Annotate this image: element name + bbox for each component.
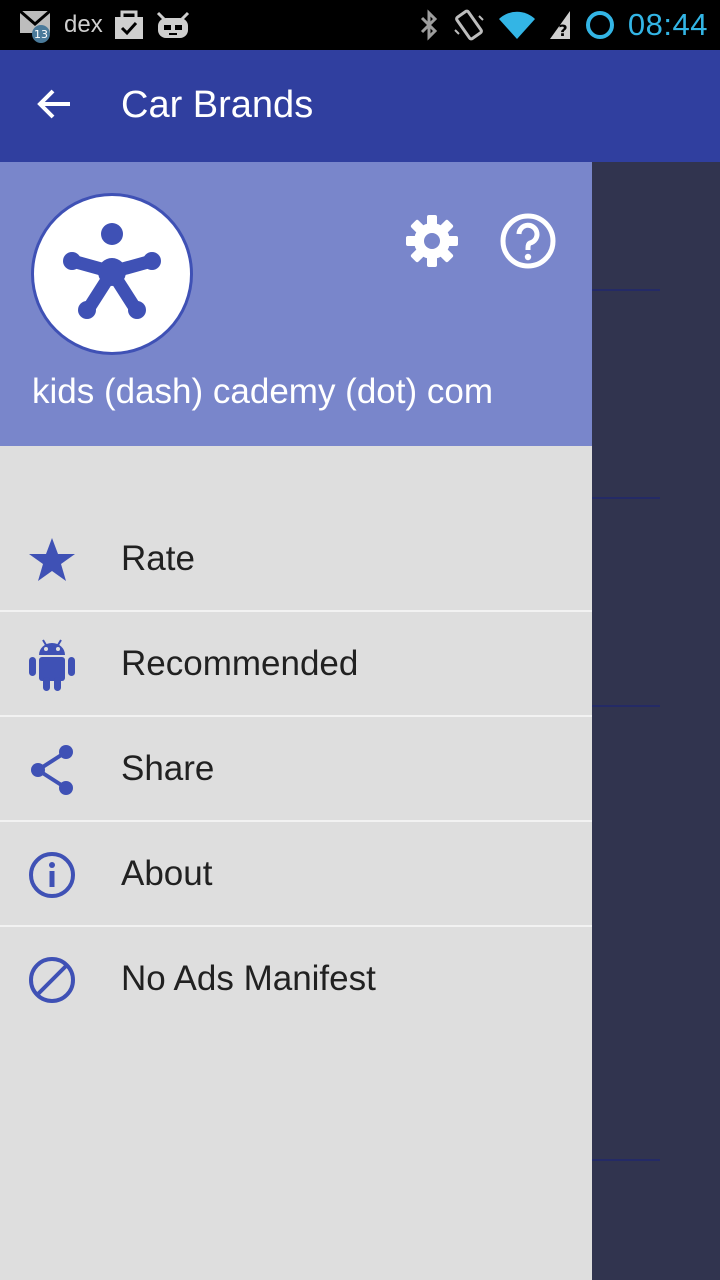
background-divider [592,289,660,291]
site-name-text: kids (dash) cademy (dot) com [32,372,493,411]
app-bar: Car Brands [0,50,720,162]
background-divider [592,1159,660,1161]
background-divider [592,705,660,707]
share-icon [26,744,78,796]
app-screen: 13 dex ? 08:44 Car Brands kids (dash) ca… [0,0,720,1280]
back-button[interactable] [22,76,86,136]
menu-item-label: Rate [121,539,195,578]
clipboard-check-icon [113,9,145,41]
status-clock: 08:44 [627,7,708,42]
menu-item-about[interactable]: About [0,822,592,927]
mail-icon: 13 [18,7,54,43]
info-icon [26,849,78,901]
bluetooth-icon [418,9,440,41]
menu-item-label: No Ads Manifest [121,959,376,998]
background-divider [592,497,660,499]
android-icon [26,639,78,691]
navigation-drawer: kids (dash) cademy (dot) com Rate Recomm… [0,162,592,1280]
gear-icon [404,213,460,274]
star-icon [26,534,78,586]
svg-text:?: ? [558,21,567,40]
settings-button[interactable] [400,211,464,275]
sync-ring-icon [584,9,616,41]
status-carrier-text: dex [64,11,103,38]
menu-item-label: Recommended [121,644,359,683]
wifi-icon [498,9,536,41]
help-circle-icon [499,212,557,275]
status-bar-left: 13 dex [18,6,191,44]
signal-question-icon: ? [548,9,572,41]
menu-item-label: Share [121,749,215,788]
status-bar: 13 dex ? 08:44 [0,0,720,50]
block-icon [26,954,78,1006]
drawer-header: kids (dash) cademy (dot) com [0,162,592,446]
android-robot-icon [155,9,191,41]
help-button[interactable] [496,211,560,275]
menu-item-share[interactable]: Share [0,717,592,822]
menu-item-no-ads-manifest[interactable]: No Ads Manifest [0,927,592,1032]
app-title: Car Brands [121,84,314,126]
menu-item-label: About [121,854,213,893]
avatar [31,193,193,355]
vibrate-icon [452,8,486,42]
menu-item-recommended[interactable]: Recommended [0,612,592,717]
menu-item-rate[interactable]: Rate [0,507,592,612]
status-bar-right: ? 08:44 [418,6,708,44]
drawer-menu: Rate Recommended Share About No Ads Mani… [0,507,592,1032]
mail-badge-count: 13 [34,28,48,41]
arrow-left-icon [36,88,72,125]
kids-academy-figure-icon [52,212,172,337]
